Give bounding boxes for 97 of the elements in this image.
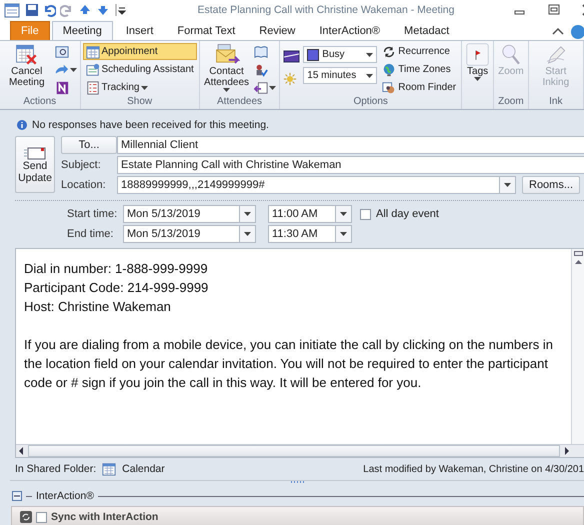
scroll-right-icon[interactable] [562, 446, 572, 456]
folder-name: Calendar [122, 463, 165, 475]
ribbon-tab[interactable]: Review [248, 21, 306, 40]
send-update-button[interactable]: Send Update [15, 136, 55, 193]
envelope-icon [23, 146, 47, 160]
rooms-button[interactable]: Rooms... [522, 176, 580, 194]
scrollbar-thumb[interactable] [28, 445, 560, 457]
scheduling-icon[interactable] [86, 62, 100, 76]
all-day-checkbox[interactable] [360, 208, 371, 220]
to-button[interactable]: To... [61, 136, 117, 154]
globe-icon[interactable] [382, 62, 396, 76]
ribbon-dropdown[interactable]: 15 minutes [303, 67, 378, 84]
help-icon[interactable] [568, 24, 584, 40]
dropdown-button[interactable] [240, 225, 256, 243]
ribbon-tab[interactable]: InterAction® [308, 21, 392, 40]
minus-icon [14, 493, 20, 499]
sync-checkbox[interactable] [36, 512, 47, 522]
caret-icon [474, 77, 482, 81]
calendar-icon[interactable] [86, 44, 100, 58]
ribbon-tab[interactable]: Meeting [52, 21, 113, 40]
ribbon-dropdown[interactable]: Busy [303, 46, 378, 63]
ribbon-button[interactable]: Tags [464, 43, 492, 81]
flag-icon [466, 43, 490, 66]
ribbon-tab[interactable]: Metadact [393, 21, 460, 40]
end-time-label: End time: [67, 228, 114, 240]
body-text: Dial in number: 1-888-999-9999 [24, 260, 209, 278]
location-label: Location: [61, 179, 107, 191]
folder-label: In Shared Folder: [15, 463, 96, 475]
ribbon-button[interactable]: Time Zones [379, 61, 460, 78]
room-finder-icon[interactable] [382, 80, 396, 94]
dropdown-caret-icon [70, 68, 76, 72]
section-title: InterAction® [36, 490, 94, 502]
all-day-label: All day event [376, 208, 439, 220]
caret-icon [223, 88, 230, 92]
dropdown-button[interactable] [336, 225, 352, 243]
group-label: Actions [22, 96, 58, 109]
caret-icon [504, 183, 511, 187]
group-label: Show [126, 96, 154, 109]
body-text: Participant Code: 214-999-9999 [24, 279, 210, 297]
undo-icon[interactable] [42, 2, 56, 18]
date-field[interactable]: Mon 5/13/2019 [123, 225, 240, 243]
time-field[interactable]: 11:00 AM [268, 205, 336, 223]
info-icon [17, 120, 27, 130]
address-book-icon[interactable] [254, 44, 268, 58]
envelope-icon [213, 43, 240, 66]
sync-label: Sync with InterAction [51, 511, 158, 523]
scroll-up-icon[interactable] [574, 258, 582, 267]
onenote-icon[interactable] [54, 80, 68, 94]
to-field[interactable]: Millennial Client [117, 136, 584, 154]
ribbon-button[interactable]: Tracking [82, 79, 197, 96]
tracking-icon[interactable] [86, 80, 100, 94]
recurrence-icon[interactable] [382, 44, 396, 58]
caret-icon [340, 212, 347, 216]
subject-field[interactable]: Estate Planning Call with Christine Wakeman [117, 156, 584, 174]
collapse-toggle[interactable] [12, 491, 22, 501]
busy-swatch-icon [307, 48, 320, 60]
info-message: No responses have been received for this meeting. [32, 119, 269, 131]
calendar-app-icon[interactable] [4, 2, 20, 18]
save-icon[interactable] [24, 2, 38, 18]
group-label: Zoom [497, 96, 525, 109]
caret-icon [244, 212, 251, 216]
splitter-grip-icon[interactable] [290, 481, 304, 484]
calendar-cancel-icon [15, 43, 38, 66]
last-modified-text: Last modified by Wakeman, Christine on 4/30/201 [363, 464, 584, 474]
group-label: Attendees [216, 96, 264, 109]
dropdown-caret-icon [269, 86, 276, 90]
caret-icon [141, 86, 148, 90]
body-text: If you are dialing from a mobile device, you can initiate the call by clicking on the numbers in the location field on your calendar invitation. You will not be required to enter the participant code or # sign if you join the call in this way. It will be entered for you. [24, 336, 554, 392]
caret-icon [340, 232, 347, 236]
sync-icon[interactable] [20, 511, 32, 523]
body-text: Host: Christine Wakeman [24, 298, 172, 316]
caret-icon [244, 232, 251, 236]
calendar-icon [102, 462, 116, 476]
dropdown-button[interactable] [500, 176, 516, 194]
dropdown-button[interactable] [336, 205, 352, 223]
window-title: Estate Planning Call with Christine Wakeman - Meeting [196, 4, 456, 16]
ribbon-button[interactable]: Contact Attendees [202, 43, 252, 92]
ribbon-button[interactable]: Scheduling Assistant [82, 61, 197, 78]
ribbon-button[interactable]: Room Finder [379, 79, 460, 96]
time-field[interactable]: 11:30 AM [268, 225, 336, 243]
date-field[interactable]: Mon 5/13/2019 [123, 205, 240, 223]
group-label: Options [352, 96, 389, 109]
location-field[interactable]: 18889999999,,,2149999999# [117, 176, 500, 194]
ribbon-tab[interactable]: Insert [114, 21, 164, 40]
ribbon-button[interactable]: Recurrence [379, 43, 460, 60]
ribbon-button[interactable]: Appointment [82, 43, 197, 60]
customize-icon[interactable] [114, 2, 126, 18]
caret-icon [366, 74, 374, 78]
start-time-label: Start time: [67, 208, 118, 220]
group-label: Ink [548, 96, 564, 109]
check-names-icon[interactable] [254, 62, 268, 76]
caret-icon [366, 52, 374, 56]
ribbon-tab[interactable]: Format Text [166, 21, 246, 40]
dropdown-button[interactable] [240, 205, 256, 223]
response-icon[interactable] [254, 80, 268, 94]
ribbon-button[interactable]: Cancel Meeting [2, 43, 52, 88]
subject-label: Subject: [61, 159, 102, 171]
